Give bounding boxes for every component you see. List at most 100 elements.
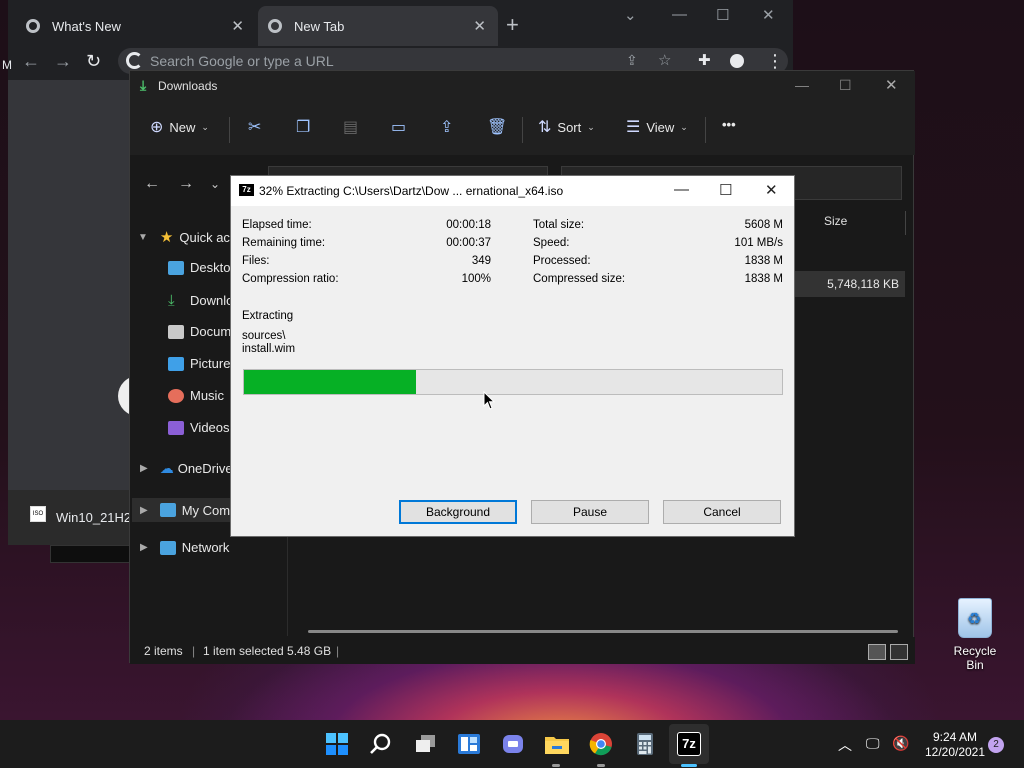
view-button[interactable]: ☰ View ⌄ bbox=[626, 117, 688, 137]
cut-icon[interactable]: ✂ bbox=[248, 117, 261, 137]
back-icon[interactable]: ← bbox=[144, 175, 160, 193]
forward-icon[interactable]: → bbox=[178, 175, 194, 193]
close-icon[interactable]: ✕ bbox=[762, 6, 775, 24]
system-clock[interactable]: 9:24 AM 12/20/2021 bbox=[920, 730, 990, 760]
progress-bar bbox=[243, 369, 783, 395]
tab-search-chevron-icon[interactable]: ⌄ bbox=[624, 6, 637, 24]
stat-label: Total size: bbox=[533, 219, 585, 231]
network-tray-icon[interactable]: 🖵 bbox=[866, 735, 880, 752]
chrome-tab-new-tab[interactable]: New Tab ✕ bbox=[258, 6, 498, 46]
recycle-bin-shortcut[interactable]: ♻ Recycle Bin bbox=[944, 598, 1006, 672]
sidebar-item-pictures[interactable]: Pictures bbox=[168, 356, 237, 371]
expand-chevron-icon[interactable]: ▼ bbox=[138, 232, 148, 243]
stat-label: Processed: bbox=[533, 255, 591, 267]
details-view-icon[interactable] bbox=[868, 644, 886, 660]
cancel-button[interactable]: Cancel bbox=[663, 500, 781, 524]
star-icon: ★ bbox=[159, 229, 174, 246]
profile-icon[interactable] bbox=[730, 54, 744, 68]
sidebar-item-label: Quick acc bbox=[179, 229, 237, 245]
stat-value: 5608 M bbox=[744, 219, 783, 231]
column-header-size[interactable]: Size bbox=[824, 214, 847, 228]
pause-button[interactable]: Pause bbox=[531, 500, 649, 524]
paste-icon[interactable]: ▤ bbox=[343, 117, 358, 137]
minimize-icon[interactable]: — bbox=[795, 77, 809, 93]
copy-icon[interactable]: ❐ bbox=[296, 117, 310, 137]
chrome-tab-whats-new[interactable]: What's New ✕ bbox=[16, 6, 256, 46]
view-icon: ☰ bbox=[626, 119, 641, 136]
sidebar-item-onedrive[interactable]: ▶ ☁ OneDrive bbox=[140, 460, 233, 477]
close-icon[interactable]: ✕ bbox=[765, 181, 778, 199]
see-more-icon[interactable]: ••• bbox=[722, 117, 736, 132]
sidebar-item-downloads[interactable]: ⤓ Downlo bbox=[168, 292, 233, 309]
widgets-icon[interactable] bbox=[457, 732, 481, 756]
share-icon[interactable]: ⇪ bbox=[626, 52, 638, 69]
sidebar-item-videos[interactable]: Videos bbox=[168, 420, 230, 435]
plus-circle-icon: ⊕ bbox=[150, 119, 164, 136]
volume-muted-icon[interactable]: 🔇 bbox=[892, 735, 909, 752]
sidebar-item-label: My Comp bbox=[181, 502, 238, 518]
file-explorer-icon[interactable] bbox=[544, 732, 569, 756]
new-button[interactable]: ⊕ New ⌄ bbox=[150, 117, 209, 137]
maximize-icon[interactable]: ☐ bbox=[719, 181, 732, 199]
close-icon[interactable]: ✕ bbox=[885, 76, 898, 94]
tray-chevron-icon[interactable]: ︿ bbox=[838, 735, 852, 755]
background-button[interactable]: Background bbox=[399, 500, 517, 524]
sidebar-item-label: Docum bbox=[190, 324, 232, 339]
chevron-down-icon: ⌄ bbox=[587, 121, 595, 132]
stat-value: 00:00:18 bbox=[446, 219, 491, 231]
download-item-label[interactable]: Win10_21H2 bbox=[56, 510, 131, 525]
start-icon[interactable] bbox=[325, 732, 349, 756]
notification-badge[interactable]: 2 bbox=[988, 737, 1004, 753]
download-icon: ⤓ bbox=[140, 77, 147, 93]
chrome-icon bbox=[26, 19, 40, 33]
stat-value: 1838 M bbox=[744, 273, 783, 285]
calculator-icon[interactable] bbox=[633, 732, 657, 756]
share-icon[interactable]: ⇪ bbox=[440, 117, 453, 137]
back-icon[interactable]: ← bbox=[22, 51, 40, 72]
divider bbox=[705, 117, 706, 143]
bookmark-star-icon[interactable]: ☆ bbox=[658, 51, 671, 69]
7zip-taskbar-icon[interactable]: 7z bbox=[677, 732, 701, 756]
new-label: New bbox=[169, 119, 196, 135]
minimize-icon[interactable]: — bbox=[674, 181, 689, 198]
stat-value: 101 MB/s bbox=[734, 237, 783, 249]
sidebar-item-network[interactable]: ▶ Network bbox=[140, 540, 229, 555]
minimize-icon[interactable]: — bbox=[672, 6, 687, 23]
task-view-icon[interactable] bbox=[414, 732, 438, 756]
delete-icon[interactable]: 🗑 bbox=[487, 117, 507, 137]
sidebar-item-label: Music bbox=[190, 388, 224, 403]
stat-label: Files: bbox=[242, 255, 270, 267]
horizontal-scrollbar[interactable] bbox=[308, 630, 898, 633]
chrome-icon[interactable] bbox=[589, 732, 613, 756]
stat-value: 100% bbox=[461, 273, 491, 285]
rename-icon[interactable]: ▭ bbox=[391, 117, 406, 137]
maximize-icon[interactable]: ☐ bbox=[839, 77, 852, 94]
expand-chevron-icon[interactable]: ▶ bbox=[140, 505, 148, 516]
column-divider[interactable] bbox=[905, 211, 906, 235]
sort-button[interactable]: ⇅ Sort ⌄ bbox=[538, 117, 595, 137]
search-icon[interactable] bbox=[369, 732, 393, 756]
dialog-title-bar: 7z 32% Extracting C:\Users\Dartz\Dow ...… bbox=[231, 176, 794, 206]
sidebar-item-desktop[interactable]: Desktop bbox=[168, 260, 238, 275]
sidebar-item-music[interactable]: Music bbox=[168, 388, 224, 403]
close-tab-icon[interactable]: ✕ bbox=[473, 17, 486, 35]
menu-kebab-icon[interactable]: ⋮ bbox=[766, 51, 784, 72]
new-tab-icon[interactable]: + bbox=[506, 12, 519, 38]
extensions-icon[interactable]: ✚ bbox=[698, 51, 711, 69]
current-action: Extracting bbox=[242, 310, 294, 322]
status-separator: | bbox=[192, 644, 196, 658]
forward-icon[interactable]: → bbox=[54, 51, 72, 72]
reload-icon[interactable]: ↻ bbox=[86, 51, 101, 72]
expand-chevron-icon[interactable]: ▶ bbox=[140, 542, 148, 553]
chrome-tab-bar: What's New ✕ New Tab ✕ + ⌄ — ☐ ✕ bbox=[8, 0, 793, 50]
tiles-view-icon[interactable] bbox=[890, 644, 908, 660]
file-row-selected[interactable]: 5,748,118 KB bbox=[795, 271, 905, 297]
sidebar-item-quick-access[interactable]: ▼ ★ Quick acc bbox=[138, 228, 236, 246]
maximize-icon[interactable]: ☐ bbox=[716, 6, 729, 24]
close-tab-icon[interactable]: ✕ bbox=[231, 17, 244, 35]
sidebar-item-documents[interactable]: Docum bbox=[168, 324, 231, 339]
teams-chat-icon[interactable] bbox=[501, 732, 525, 756]
expand-chevron-icon[interactable]: ▶ bbox=[140, 463, 148, 474]
recent-chevron-icon[interactable]: ⌄ bbox=[210, 177, 220, 191]
selection-info: 1 item selected 5.48 GB bbox=[203, 644, 332, 658]
